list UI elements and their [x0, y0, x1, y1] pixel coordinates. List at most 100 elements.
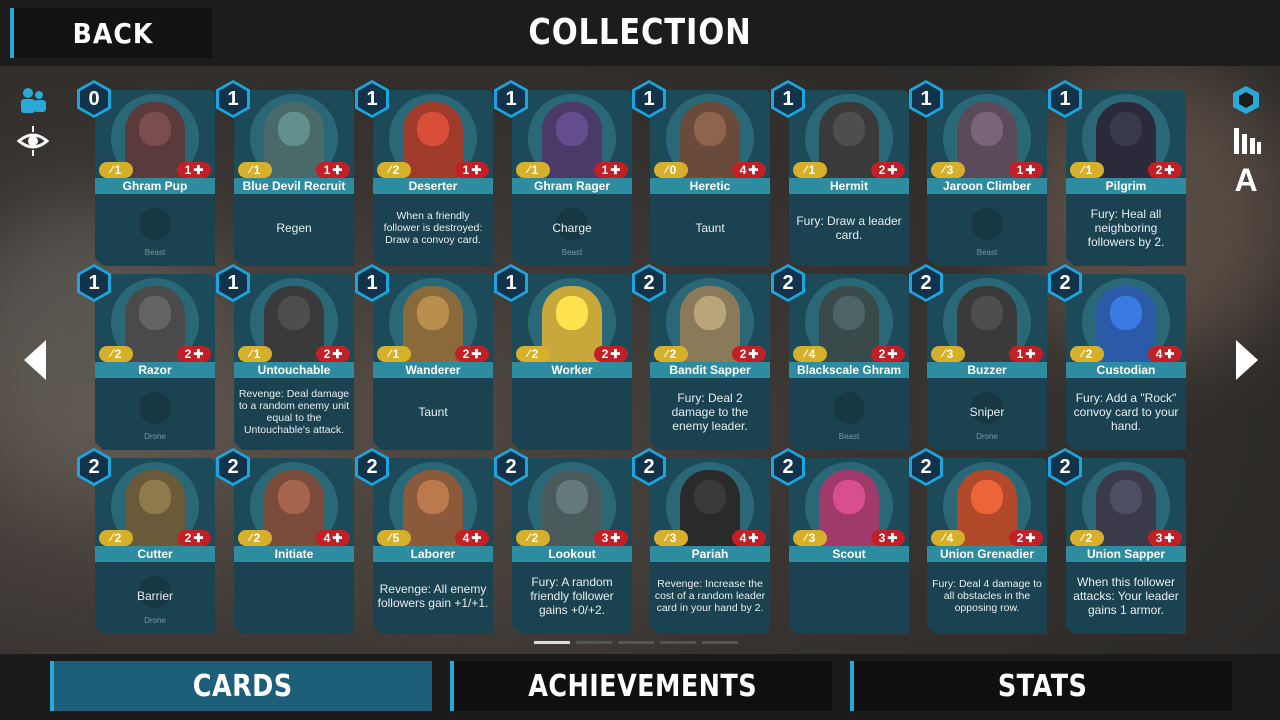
tab-cards[interactable]: CARDS	[50, 661, 432, 711]
card[interactable]: Blue Devil Recruit Regen ⁄ 1 1 ✚ 1	[216, 80, 354, 266]
card-tag: Drone	[976, 432, 998, 441]
sword-icon: ⁄	[942, 348, 945, 360]
cost-value: 1	[219, 83, 247, 115]
card[interactable]: Worker ⁄ 2 2 ✚ 1	[494, 264, 632, 450]
card-name: Ghram Rager	[512, 178, 632, 194]
attack-value: 2	[531, 531, 539, 545]
health-value: 4	[462, 531, 470, 545]
card-text: Fury: Heal all neighboring followers by …	[1087, 207, 1165, 249]
card-name: Pilgrim	[1066, 178, 1186, 194]
card-text: Fury: Draw a leader card.	[796, 214, 902, 242]
health-badge: 2 ✚	[1009, 530, 1043, 546]
prev-page-arrow[interactable]	[24, 340, 46, 380]
plus-icon: ✚	[471, 531, 482, 545]
cost-value: 2	[912, 451, 940, 483]
card-text	[238, 564, 350, 628]
plus-icon: ✚	[471, 163, 482, 177]
card[interactable]: Pariah Revenge: Increase the cost of a r…	[632, 448, 770, 634]
card-tag: Beast	[561, 248, 583, 257]
card[interactable]: Laborer Revenge: All enemy followers gai…	[355, 448, 493, 634]
health-badge: 1 ✚	[1009, 162, 1043, 178]
next-page-arrow[interactable]	[1236, 340, 1258, 380]
attack-value: 2	[114, 347, 122, 361]
cost-value: 1	[358, 83, 386, 115]
cost-value: 2	[358, 451, 386, 483]
sword-icon: ⁄	[1081, 348, 1084, 360]
page-dot[interactable]	[576, 641, 612, 644]
page-title: COLLECTION	[528, 12, 752, 53]
plus-icon: ✚	[332, 163, 343, 177]
card[interactable]: Pilgrim Fury: Heal all neighboring follo…	[1048, 80, 1186, 266]
card[interactable]: Blackscale Ghram Beast ⁄ 4 2 ✚ 2	[771, 264, 909, 450]
health-value: 2	[878, 347, 886, 361]
card[interactable]: Razor Drone ⁄ 2 2 ✚ 1	[77, 264, 215, 450]
people-icon[interactable]	[18, 86, 48, 116]
card-name: Razor	[95, 362, 215, 378]
card-art-face	[1110, 112, 1142, 146]
card[interactable]: Bandit Sapper Fury: Deal 2 damage to the…	[632, 264, 770, 450]
page-dot[interactable]	[534, 641, 570, 644]
eye-target-icon[interactable]	[16, 124, 50, 158]
health-badge: 1 ✚	[1009, 346, 1043, 362]
health-badge: 2 ✚	[1148, 162, 1182, 178]
plus-icon: ✚	[610, 531, 621, 545]
plus-icon: ✚	[1164, 347, 1175, 361]
letter-a-icon[interactable]: A	[1230, 162, 1262, 198]
plus-icon: ✚	[610, 163, 621, 177]
health-value: 2	[323, 347, 331, 361]
card[interactable]: Union Grenadier Fury: Deal 4 damage to a…	[909, 448, 1047, 634]
card-name: Initiate	[234, 546, 354, 562]
card[interactable]: Heretic Taunt ⁄ 0 4 ✚ 1	[632, 80, 770, 266]
attack-badge: ⁄ 2	[1070, 346, 1104, 362]
tab-achievements[interactable]: ACHIEVEMENTS	[450, 661, 832, 711]
hexagon-icon[interactable]	[1230, 84, 1262, 116]
card[interactable]: Ghram Pup Beast ⁄ 1 1 ✚ 0	[77, 80, 215, 266]
sword-icon: ⁄	[527, 348, 530, 360]
card-art-face	[971, 112, 1003, 146]
attack-value: 0	[669, 163, 677, 177]
sword-icon: ⁄	[804, 164, 807, 176]
card[interactable]: Initiate ⁄ 2 4 ✚ 2	[216, 448, 354, 634]
card-art-face	[1110, 296, 1142, 330]
card[interactable]: Union Sapper When this follower attacks:…	[1048, 448, 1186, 634]
card-art-face	[556, 296, 588, 330]
card-name: Wanderer	[373, 362, 493, 378]
card-art-face	[278, 112, 310, 146]
card-name: Scout	[789, 546, 909, 562]
card[interactable]: Buzzer Sniper Drone ⁄ 3 1 ✚ 2	[909, 264, 1047, 450]
card-text: When this follower attacks: Your leader …	[1073, 575, 1179, 617]
sword-icon: ⁄	[942, 532, 945, 544]
card-name: Jaroon Climber	[927, 178, 1047, 194]
health-value: 1	[1016, 347, 1024, 361]
cost-value: 1	[1051, 83, 1079, 115]
card[interactable]: Hermit Fury: Draw a leader card. ⁄ 1 2 ✚ 1	[771, 80, 909, 266]
health-badge: 3 ✚	[1148, 530, 1182, 546]
card[interactable]: Lookout Fury: A random friendly follower…	[494, 448, 632, 634]
health-badge: 3 ✚	[594, 530, 628, 546]
card-art-face	[417, 480, 449, 514]
health-badge: 1 ✚	[177, 162, 211, 178]
health-value: 2	[184, 347, 192, 361]
attack-badge: ⁄ 1	[516, 162, 550, 178]
cost-value: 1	[912, 83, 940, 115]
page-dot[interactable]	[660, 641, 696, 644]
attack-badge: ⁄ 1	[793, 162, 827, 178]
sword-icon: ⁄	[665, 532, 668, 544]
health-badge: 2 ✚	[177, 346, 211, 362]
card[interactable]: Custodian Fury: Add a "Rock" convoy card…	[1048, 264, 1186, 450]
card[interactable]: Scout ⁄ 3 3 ✚ 2	[771, 448, 909, 634]
card[interactable]: Wanderer Taunt ⁄ 1 2 ✚ 1	[355, 264, 493, 450]
page-dot[interactable]	[702, 641, 738, 644]
card[interactable]: Cutter Barrier Drone ⁄ 2 2 ✚ 2	[77, 448, 215, 634]
health-value: 2	[462, 347, 470, 361]
card[interactable]: Untouchable Revenge: Deal damage to a ra…	[216, 264, 354, 450]
page-dot[interactable]	[618, 641, 654, 644]
tab-stats[interactable]: STATS	[850, 661, 1232, 711]
card[interactable]: Ghram Rager Charge Beast ⁄ 1 1 ✚ 1	[494, 80, 632, 266]
card-art-face	[833, 112, 865, 146]
card[interactable]: Deserter When a friendly follower is des…	[355, 80, 493, 266]
health-value: 3	[1155, 531, 1163, 545]
attack-badge: ⁄ 2	[654, 346, 688, 362]
bars-icon[interactable]	[1232, 126, 1262, 156]
card[interactable]: Jaroon Climber Beast ⁄ 3 1 ✚ 1	[909, 80, 1047, 266]
